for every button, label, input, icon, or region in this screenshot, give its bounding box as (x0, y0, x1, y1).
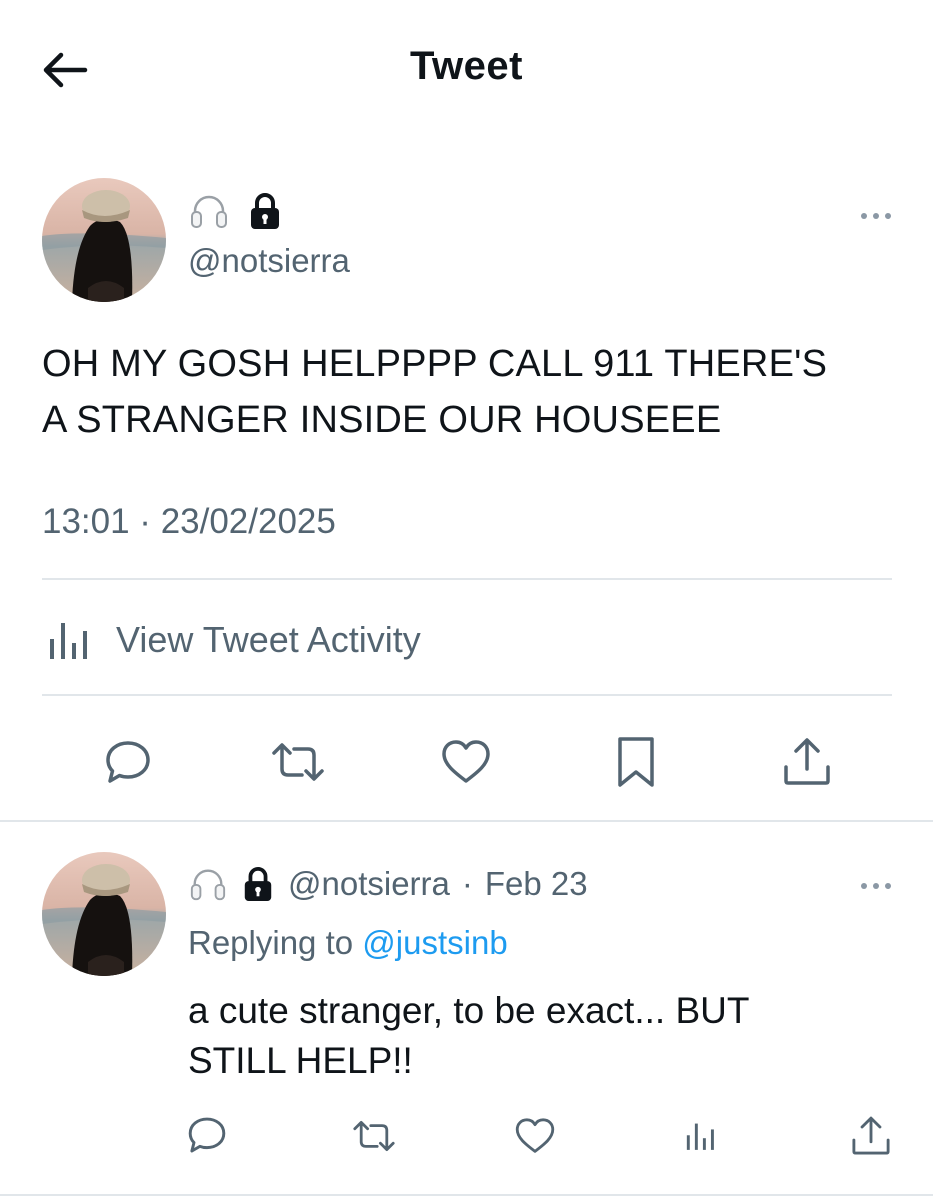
reply-text-line: STILL HELP!! (188, 1040, 413, 1081)
profile-badges (188, 190, 286, 232)
lock-icon (244, 190, 286, 232)
more-options-icon[interactable] (856, 204, 896, 228)
bookmark-icon[interactable] (608, 732, 664, 792)
retweet-icon[interactable] (348, 1114, 400, 1158)
tweet-text-line: OH MY GOSH HELPPPP CALL 911 THERE'S (42, 343, 828, 385)
page-title: Tweet (410, 44, 523, 88)
reply-icon[interactable] (100, 734, 156, 790)
tweet-text-line: A STRANGER INSIDE OUR HOUSEEE (42, 399, 722, 441)
view-tweet-activity-button[interactable]: View Tweet Activity (42, 602, 421, 678)
avatar[interactable] (42, 178, 166, 302)
tweet-body: OH MY GOSH HELPPPP CALL 911 THERE'S A ST… (42, 336, 902, 448)
divider (42, 694, 892, 696)
top-bar: Tweet (0, 0, 933, 140)
section-divider (0, 820, 933, 822)
reply-text-line: a cute stranger, to be exact... BUT (188, 990, 750, 1031)
like-icon[interactable] (512, 1114, 558, 1158)
analytics-icon[interactable] (680, 1114, 720, 1158)
share-icon[interactable] (778, 732, 836, 792)
lock-icon (238, 862, 278, 906)
headphones-icon (188, 190, 230, 232)
replying-to-line: Replying to @justsinb (188, 924, 508, 962)
replying-to-link[interactable]: @justsinb (362, 924, 507, 961)
meta-separator: · (461, 865, 473, 902)
like-icon[interactable] (438, 734, 494, 790)
reply-icon[interactable] (184, 1112, 230, 1158)
replying-prefix: Replying to (188, 924, 354, 961)
reply-header: @notsierra · Feb 23 (188, 862, 588, 906)
reply-body: a cute stranger, to be exact... BUT STIL… (188, 986, 888, 1086)
analytics-icon (42, 615, 100, 665)
section-divider (0, 1194, 933, 1196)
reply-date[interactable]: Feb 23 (485, 865, 588, 903)
divider (42, 578, 892, 580)
reply-author-handle[interactable]: @notsierra (288, 865, 450, 903)
share-icon[interactable] (848, 1112, 894, 1160)
tweet-timestamp[interactable]: 13:01 · 23/02/2025 (42, 502, 336, 542)
avatar[interactable] (42, 852, 166, 976)
activity-label: View Tweet Activity (116, 619, 421, 660)
more-options-icon[interactable] (856, 874, 896, 898)
headphones-icon (188, 862, 228, 906)
retweet-icon[interactable] (266, 734, 330, 790)
author-handle[interactable]: @notsierra (188, 242, 350, 280)
